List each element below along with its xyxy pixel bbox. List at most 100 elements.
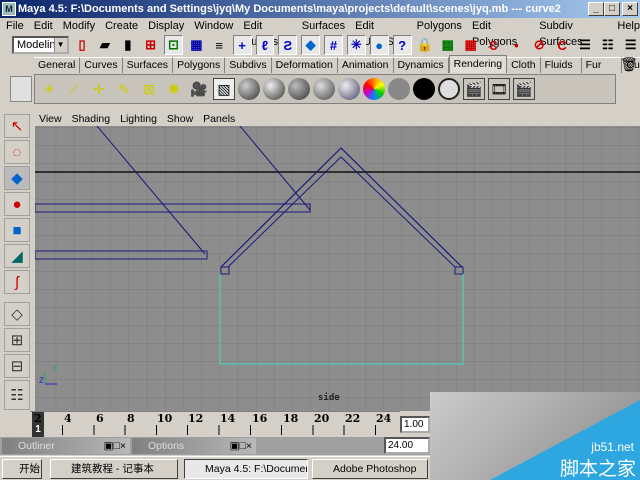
- output-ops-icon[interactable]: ☷: [598, 35, 617, 55]
- menu-surfaces[interactable]: Surfaces: [302, 18, 345, 34]
- range-end-field[interactable]: 24.00: [384, 437, 430, 454]
- menu-edit[interactable]: Edit: [34, 18, 53, 34]
- joint-icon[interactable]: ℓ: [255, 35, 275, 55]
- select-object-icon[interactable]: ⊡: [164, 35, 183, 55]
- render-icon[interactable]: 🎬: [463, 78, 485, 100]
- directional-light-icon[interactable]: ⟋: [63, 78, 85, 100]
- ambient-light-icon[interactable]: ☀: [38, 78, 60, 100]
- misc-icon[interactable]: ?: [392, 35, 412, 55]
- anisotropic-ball-icon[interactable]: [338, 78, 360, 100]
- rotate-tool-icon[interactable]: ●: [4, 192, 30, 216]
- select-tool-icon[interactable]: ↖: [4, 114, 30, 138]
- tab-polygons[interactable]: Polygons: [173, 57, 226, 73]
- point-light-icon[interactable]: ✛: [88, 78, 110, 100]
- tab-general[interactable]: General: [34, 57, 81, 73]
- single-view-layout-icon[interactable]: ◇: [4, 302, 30, 326]
- volume-light-icon[interactable]: ✺: [163, 78, 185, 100]
- lasso-tool-icon[interactable]: ◌: [4, 140, 30, 164]
- panel-window-controls[interactable]: ▣□×: [104, 438, 126, 454]
- two-view-layout-icon[interactable]: ⊟: [4, 354, 30, 378]
- tab-curves[interactable]: Curves: [80, 57, 123, 73]
- layered-shader-icon[interactable]: [388, 78, 410, 100]
- menu-create[interactable]: Create: [105, 18, 138, 34]
- hypershade-icon[interactable]: ▧: [213, 78, 235, 100]
- menu-modify[interactable]: Modify: [63, 18, 95, 34]
- menu-edit-curves[interactable]: Edit Curves: [243, 18, 291, 48]
- spot-light-icon[interactable]: ✎: [113, 78, 135, 100]
- area-light-icon[interactable]: ⊠: [138, 78, 160, 100]
- four-view-layout-icon[interactable]: ⊞: [4, 328, 30, 352]
- tab-fluids[interactable]: Fluids: [540, 57, 582, 73]
- ramp-shader-icon[interactable]: [363, 78, 385, 100]
- open-scene-icon[interactable]: ▰: [95, 35, 114, 55]
- menu-help[interactable]: Help: [617, 18, 640, 34]
- vp-menu-view[interactable]: View: [39, 112, 62, 126]
- tab-surfaces[interactable]: Surfaces: [122, 57, 174, 73]
- snap-view-icon[interactable]: ⊘: [530, 35, 549, 55]
- curve-icon[interactable]: Ƨ: [278, 35, 298, 55]
- start-button[interactable]: 开始: [2, 459, 42, 479]
- task-photoshop[interactable]: Adobe Photoshop: [312, 459, 428, 479]
- phonge-ball-icon[interactable]: [313, 78, 335, 100]
- close-button[interactable]: ×: [622, 2, 638, 16]
- vp-menu-lighting[interactable]: Lighting: [120, 112, 157, 126]
- trash-icon[interactable]: 🗑: [620, 56, 638, 73]
- menu-edit-nurbs[interactable]: Edit NURBS: [355, 18, 407, 48]
- time-slider[interactable]: 1 2 4 6 8 10 12 14 16 18 20 22 24: [30, 411, 402, 437]
- snap-grid-icon[interactable]: ▦: [461, 35, 480, 55]
- menu-subdiv-surfaces[interactable]: Subdiv Surfaces: [539, 18, 607, 48]
- outliner-layout-icon[interactable]: ☷: [4, 380, 30, 410]
- phong-ball-icon[interactable]: [288, 78, 310, 100]
- maximize-button[interactable]: □: [604, 2, 620, 16]
- surface-shader-icon[interactable]: [438, 78, 460, 100]
- input-ops-icon[interactable]: ☰: [576, 35, 595, 55]
- select-highlight-icon[interactable]: ▩: [438, 35, 457, 55]
- task-maya[interactable]: Maya 4.5: F:\Documents...: [184, 459, 308, 479]
- mode-dropdown[interactable]: Modeling ▼: [12, 36, 69, 54]
- snap-curve-icon[interactable]: Ɛ: [484, 35, 503, 55]
- curve-tool-icon[interactable]: ʃ: [4, 270, 30, 294]
- construction-history-icon[interactable]: ☰: [621, 35, 640, 55]
- snap-point-icon[interactable]: •: [507, 35, 526, 55]
- menu-file[interactable]: File: [6, 18, 24, 34]
- task-notepad[interactable]: 建筑教程 - 记事本: [50, 459, 178, 479]
- tab-cloth[interactable]: Cloth: [507, 57, 541, 73]
- render-globals-icon[interactable]: 🎬: [513, 78, 535, 100]
- select-component-icon[interactable]: ▦: [187, 35, 206, 55]
- lock-icon[interactable]: 🔒: [416, 35, 435, 55]
- tab-animation[interactable]: Animation: [337, 57, 394, 73]
- deformer-icon[interactable]: #: [324, 35, 343, 55]
- menu-window[interactable]: Window: [194, 18, 233, 34]
- make-live-icon[interactable]: C: [553, 35, 572, 55]
- tab-fur[interactable]: Fur: [581, 57, 623, 73]
- vp-menu-panels[interactable]: Panels: [203, 112, 235, 126]
- camera-icon[interactable]: 🎥: [188, 78, 210, 100]
- shelf-menu-button[interactable]: [10, 76, 32, 102]
- dynamics-icon[interactable]: ✳: [346, 35, 366, 55]
- handle-icon[interactable]: +: [232, 35, 252, 55]
- scale-tool-icon[interactable]: ■: [4, 218, 30, 242]
- surface-icon[interactable]: ◆: [301, 35, 321, 55]
- mask-menu-icon[interactable]: ≡: [210, 35, 229, 55]
- tab-dynamics[interactable]: Dynamics: [393, 57, 449, 73]
- use-background-icon[interactable]: [413, 78, 435, 100]
- panel-window-controls[interactable]: ▣□×: [230, 438, 252, 454]
- select-hierarchy-icon[interactable]: ⊞: [141, 35, 160, 55]
- tab-subdivs[interactable]: Subdivs: [225, 57, 272, 73]
- outliner-panel[interactable]: Outliner ▣□×: [2, 438, 130, 454]
- rendering-icon[interactable]: ●: [369, 35, 389, 55]
- options-panel[interactable]: Options ▣□×: [132, 438, 256, 454]
- tab-rendering[interactable]: Rendering: [448, 55, 508, 73]
- save-scene-icon[interactable]: ▮: [118, 35, 137, 55]
- lambert-ball-icon[interactable]: [238, 78, 260, 100]
- tab-deformation[interactable]: Deformation: [271, 57, 338, 73]
- side-viewport[interactable]: Y Z side: [34, 125, 640, 411]
- range-start-field[interactable]: 1.00: [400, 416, 430, 433]
- blinn-ball-icon[interactable]: [263, 78, 285, 100]
- menu-display[interactable]: Display: [148, 18, 184, 34]
- menu-polygons[interactable]: Polygons: [417, 18, 462, 34]
- vp-menu-shading[interactable]: Shading: [72, 112, 111, 126]
- menu-edit-polygons[interactable]: Edit Polygons: [472, 18, 529, 48]
- manipulator-tool-icon[interactable]: ◢: [4, 244, 30, 268]
- minimize-button[interactable]: _: [588, 2, 604, 16]
